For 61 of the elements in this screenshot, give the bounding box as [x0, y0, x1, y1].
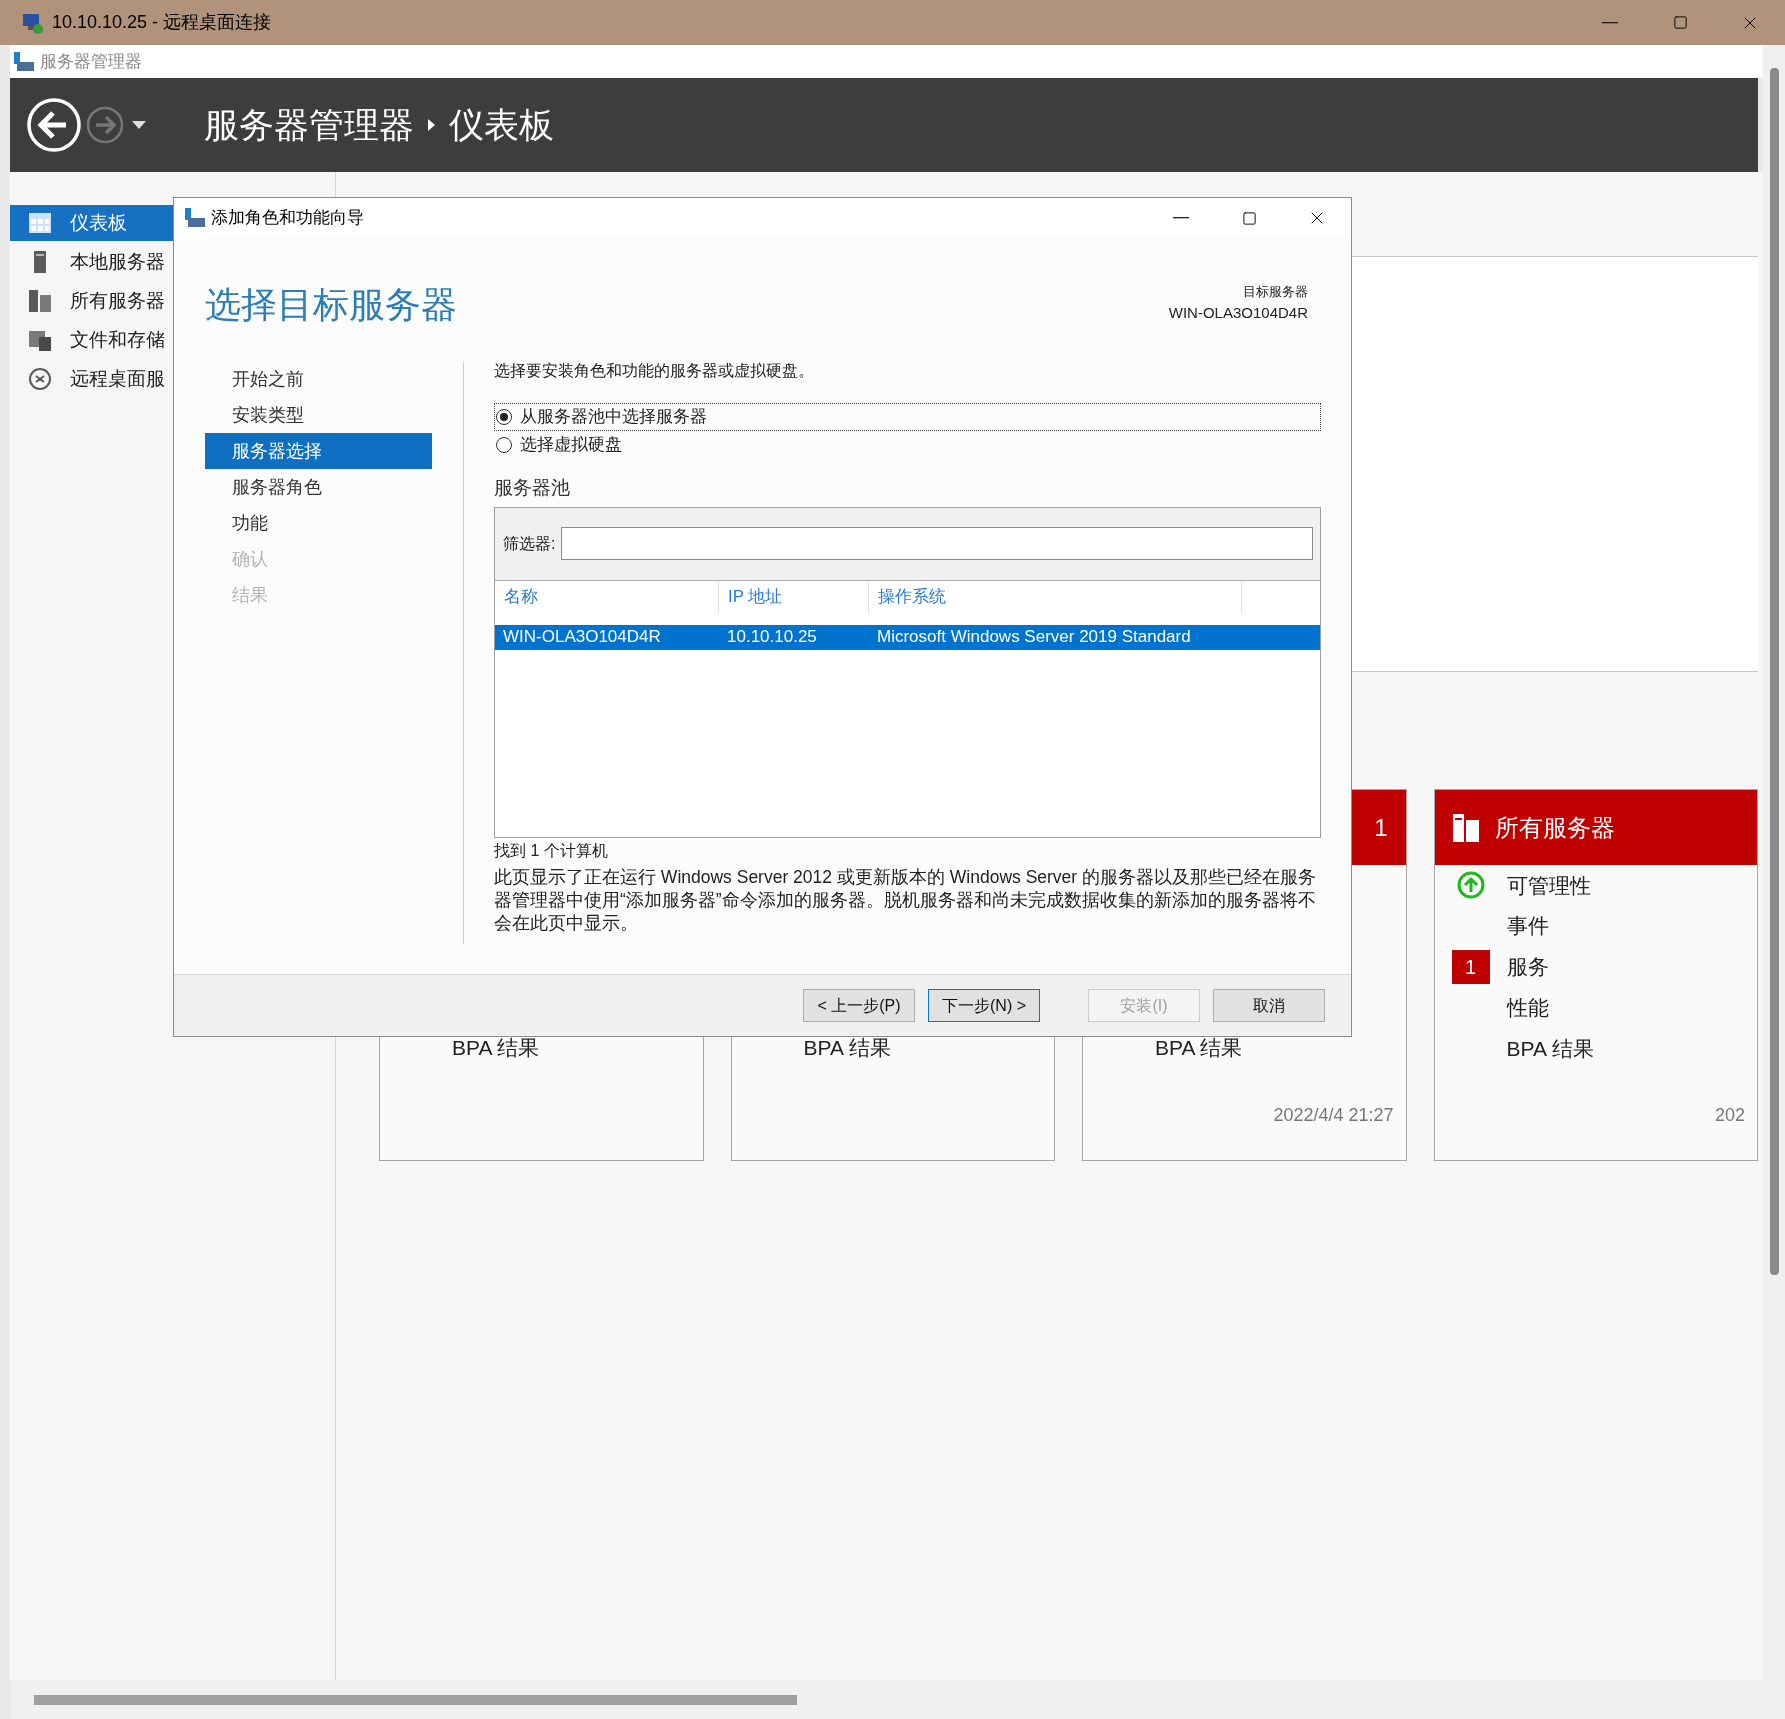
- tile-item[interactable]: 可管理性: [1506, 869, 1591, 902]
- breadcrumb-item[interactable]: 服务器管理器: [204, 98, 414, 152]
- radio-button[interactable]: [496, 437, 512, 453]
- tile-item[interactable]: 事件: [1506, 910, 1549, 942]
- table-cell-text: WIN-OLA3O104D4R: [502, 626, 662, 649]
- wizard-step[interactable]: 服务器角色: [205, 469, 432, 505]
- breadcrumb-arrow-icon: [428, 119, 435, 131]
- maximize-icon: [1241, 210, 1257, 226]
- minimize-icon: [1173, 217, 1189, 219]
- table-row[interactable]: WIN-OLA3O104D4R 10.10.10.25 Microsoft Windows Server 2019 Standard: [495, 624, 1320, 650]
- servers-icon: [29, 290, 51, 312]
- target-server-name: WIN-OLA3O104D4R: [1168, 302, 1308, 323]
- section-title: 服务器池: [494, 476, 571, 500]
- server-manager-icon: [185, 208, 205, 228]
- dialog-button[interactable]: 取消: [1213, 989, 1325, 1022]
- column-header[interactable]: IP 地址: [719, 580, 869, 613]
- tile-item[interactable]: BPA 结果: [1506, 1032, 1594, 1065]
- vertical-scrollbar[interactable]: [1763, 45, 1785, 1719]
- forward-button[interactable]: [86, 106, 124, 144]
- note-text: 此页显示了正在运行 Windows Server 2012 或更新版本的 Windows Server 的服务器以及那些已经在服务器管理器中使用“添加服务器”命令添加的服务器。脱机服务器和尚未完成数据收集的新添加的服务器将不会在此页中显示。: [494, 865, 1318, 935]
- server-manager-icon: [14, 51, 34, 72]
- radio-option[interactable]: 从服务器池中选择服务器: [494, 403, 1321, 431]
- caret-icon: [132, 121, 146, 129]
- remote-desktop-icon: [29, 368, 51, 390]
- horizontal-scrollbar[interactable]: [10, 1680, 1763, 1719]
- folder-icon: [29, 329, 51, 351]
- window-title: 10.10.10.25 - 远程桌面连接: [52, 11, 272, 34]
- minimize-icon: [1602, 21, 1618, 24]
- result-count: 找到 1 个计算机: [494, 840, 609, 861]
- column-header[interactable]: 操作系统: [869, 580, 1242, 613]
- radio-button[interactable]: [496, 409, 512, 425]
- maximize-icon: [1672, 15, 1688, 30]
- table-cell-text: 10.10.10.25: [726, 626, 818, 649]
- filter-field[interactable]: [561, 527, 1313, 560]
- server-icon: [34, 251, 46, 273]
- timestamp: 202: [1714, 1104, 1745, 1127]
- instructions-text: 选择要安装角色和功能的服务器或虚拟硬盘。: [494, 361, 815, 381]
- target-server-label: 目标服务器: [1243, 283, 1308, 301]
- dialog-button[interactable]: 下一步(N) >: [928, 989, 1040, 1022]
- breadcrumb-item: 仪表板: [449, 103, 554, 146]
- monitor-icon: [22, 11, 44, 34]
- table-cell-text: Microsoft Windows Server 2019 Standard: [876, 626, 1192, 649]
- wizard-step[interactable]: 功能: [205, 505, 432, 541]
- column-header[interactable]: 名称: [495, 580, 719, 613]
- app-title: 服务器管理器: [40, 50, 142, 73]
- grid-icon: [29, 213, 51, 233]
- radio-option[interactable]: 选择虚拟硬盘: [494, 431, 1321, 459]
- dialog-button[interactable]: < 上一步(P): [803, 989, 915, 1022]
- tile-item[interactable]: 性能: [1506, 992, 1549, 1024]
- filter-label: 筛选器:: [503, 533, 556, 554]
- tile-title: 所有服务器: [1494, 812, 1615, 843]
- tile-count: 1: [1374, 812, 1388, 843]
- nav-item[interactable]: 本地服务器: [10, 244, 335, 280]
- count-badge: 1: [1451, 950, 1490, 984]
- servers-icon: [1452, 813, 1479, 842]
- back-button[interactable]: [26, 97, 82, 153]
- tile-item[interactable]: 服务: [1506, 951, 1549, 983]
- wizard-step[interactable]: 服务器选择: [205, 433, 432, 469]
- timestamp: 2022/4/4 21:27: [1273, 1104, 1394, 1127]
- wizard-step[interactable]: 安装类型: [205, 397, 432, 433]
- wizard-step[interactable]: 开始之前: [205, 361, 432, 397]
